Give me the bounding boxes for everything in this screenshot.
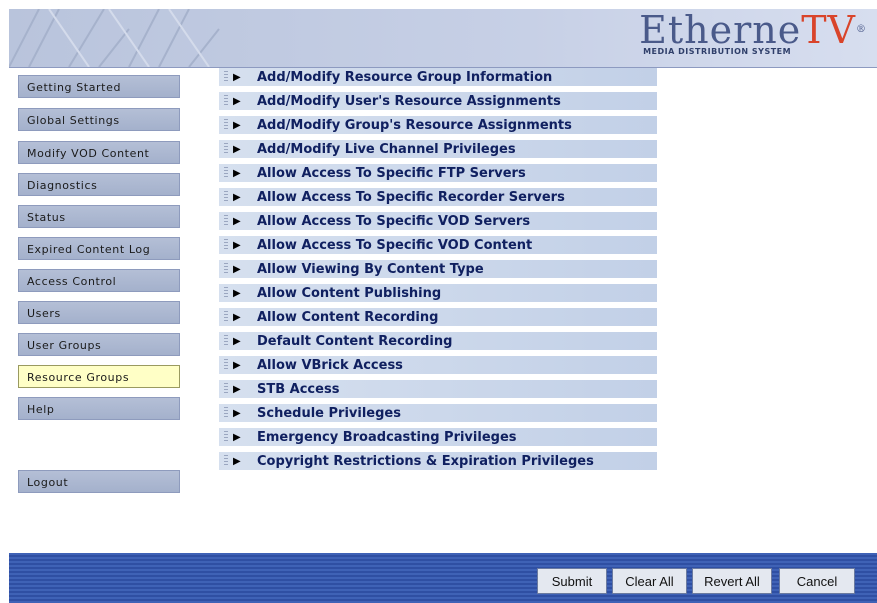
grip-icon — [219, 140, 233, 158]
grip-icon — [219, 116, 233, 134]
clear-all-button[interactable]: Clear All — [612, 568, 687, 594]
menu-item[interactable]: ▶ Copyright Restrictions & Expiration Pri… — [219, 452, 657, 471]
nav-expired-content-log[interactable]: Expired Content Log — [18, 237, 180, 260]
menu-item-label: Add/Modify Live Channel Privileges — [257, 141, 516, 157]
menu-item[interactable]: ▶ Allow Access To Specific VOD Servers — [219, 212, 657, 231]
nav-help[interactable]: Help — [18, 397, 180, 420]
footer-bar: Submit Clear All Revert All Cancel — [9, 553, 877, 603]
grip-icon — [219, 260, 233, 278]
play-arrow-icon: ▶ — [233, 407, 241, 419]
nav-modify-vod-content[interactable]: Modify VOD Content — [18, 141, 180, 164]
play-arrow-icon: ▶ — [233, 95, 241, 107]
grip-icon — [219, 428, 233, 446]
play-arrow-icon: ▶ — [233, 359, 241, 371]
nav-getting-started[interactable]: Getting Started — [18, 75, 180, 98]
menu-item-label: Schedule Privileges — [257, 405, 401, 421]
grip-icon — [219, 380, 233, 398]
menu-item[interactable]: ▶ Allow Access To Specific FTP Servers — [219, 164, 657, 183]
menu-item[interactable]: ▶ Allow Content Recording — [219, 308, 657, 327]
play-arrow-icon: ▶ — [233, 215, 241, 227]
nav-users[interactable]: Users — [18, 301, 180, 324]
grip-icon — [219, 356, 233, 374]
play-arrow-icon: ▶ — [233, 455, 241, 467]
menu-item-label: Allow Content Publishing — [257, 285, 442, 301]
grip-icon — [219, 308, 233, 326]
menu-item-label: Default Content Recording — [257, 333, 453, 349]
nav-access-control[interactable]: Access Control — [18, 269, 180, 292]
logo-main-text: Etherne — [639, 9, 802, 52]
nav-user-groups[interactable]: User Groups — [18, 333, 180, 356]
header-decoration — [9, 9, 220, 67]
play-arrow-icon: ▶ — [233, 143, 241, 155]
play-arrow-icon: ▶ — [233, 287, 241, 299]
grip-icon — [219, 284, 233, 302]
logo-tv-text: TV — [801, 9, 856, 52]
menu-item[interactable]: ▶ Add/Modify Group's Resource Assignments — [219, 116, 657, 135]
nav-status[interactable]: Status — [18, 205, 180, 228]
app-header: EtherneTV® MEDIA DISTRIBUTION SYSTEM — [9, 9, 877, 68]
menu-item-label: Add/Modify User's Resource Assignments — [257, 93, 561, 109]
cancel-button[interactable]: Cancel — [779, 568, 855, 594]
menu-item[interactable]: ▶ Add/Modify Live Channel Privileges — [219, 140, 657, 159]
menu-item[interactable]: ▶ Allow Access To Specific Recorder Serve… — [219, 188, 657, 207]
submit-button[interactable]: Submit — [537, 568, 607, 594]
play-arrow-icon: ▶ — [233, 263, 241, 275]
menu-item[interactable]: ▶ Add/Modify User's Resource Assignments — [219, 92, 657, 111]
menu-item[interactable]: ▶ Allow Viewing By Content Type — [219, 260, 657, 279]
menu-item[interactable]: ▶ Allow Content Publishing — [219, 284, 657, 303]
menu-item[interactable]: ▶ STB Access — [219, 380, 657, 399]
play-arrow-icon: ▶ — [233, 167, 241, 179]
menu-item[interactable]: ▶ Schedule Privileges — [219, 404, 657, 423]
grip-icon — [219, 236, 233, 254]
grip-icon — [219, 92, 233, 110]
menu-item[interactable]: ▶ Add/Modify Resource Group Information — [219, 68, 657, 87]
menu-item-label: Allow VBrick Access — [257, 357, 403, 373]
nav-global-settings[interactable]: Global Settings — [18, 108, 180, 131]
menu-item-label: Allow Access To Specific VOD Servers — [257, 213, 531, 229]
play-arrow-icon: ▶ — [233, 119, 241, 131]
logo-registered-mark: ® — [856, 24, 867, 35]
ethernetv-logo: EtherneTV® MEDIA DISTRIBUTION SYSTEM — [639, 11, 867, 56]
play-arrow-icon: ▶ — [233, 335, 241, 347]
nav-resource-groups[interactable]: Resource Groups — [18, 365, 180, 388]
grip-icon — [219, 164, 233, 182]
nav-logout[interactable]: Logout — [18, 470, 180, 493]
menu-item-label: STB Access — [257, 381, 340, 397]
menu-item[interactable]: ▶ Allow VBrick Access — [219, 356, 657, 375]
play-arrow-icon: ▶ — [233, 191, 241, 203]
play-arrow-icon: ▶ — [233, 239, 241, 251]
menu-item-label: Emergency Broadcasting Privileges — [257, 429, 517, 445]
menu-item-label: Allow Access To Specific Recorder Server… — [257, 189, 565, 205]
menu-item-label: Allow Access To Specific FTP Servers — [257, 165, 526, 181]
play-arrow-icon: ▶ — [233, 71, 241, 83]
nav-diagnostics[interactable]: Diagnostics — [18, 173, 180, 196]
play-arrow-icon: ▶ — [233, 311, 241, 323]
menu-item-label: Add/Modify Group's Resource Assignments — [257, 117, 572, 133]
menu-item-label: Add/Modify Resource Group Information — [257, 69, 553, 85]
play-arrow-icon: ▶ — [233, 431, 241, 443]
menu-item[interactable]: ▶ Emergency Broadcasting Privileges — [219, 428, 657, 447]
revert-all-button[interactable]: Revert All — [692, 568, 772, 594]
grip-icon — [219, 404, 233, 422]
play-arrow-icon: ▶ — [233, 383, 241, 395]
menu-item-label: Allow Content Recording — [257, 309, 439, 325]
menu-item[interactable]: ▶ Allow Access To Specific VOD Content — [219, 236, 657, 255]
menu-item-label: Allow Viewing By Content Type — [257, 261, 484, 277]
menu-item-label: Allow Access To Specific VOD Content — [257, 237, 533, 253]
grip-icon — [219, 332, 233, 350]
menu-item[interactable]: ▶ Default Content Recording — [219, 332, 657, 351]
grip-icon — [219, 452, 233, 470]
grip-icon — [219, 188, 233, 206]
menu-item-label: Copyright Restrictions & Expiration Priv… — [257, 453, 594, 469]
grip-icon — [219, 68, 233, 86]
grip-icon — [219, 212, 233, 230]
